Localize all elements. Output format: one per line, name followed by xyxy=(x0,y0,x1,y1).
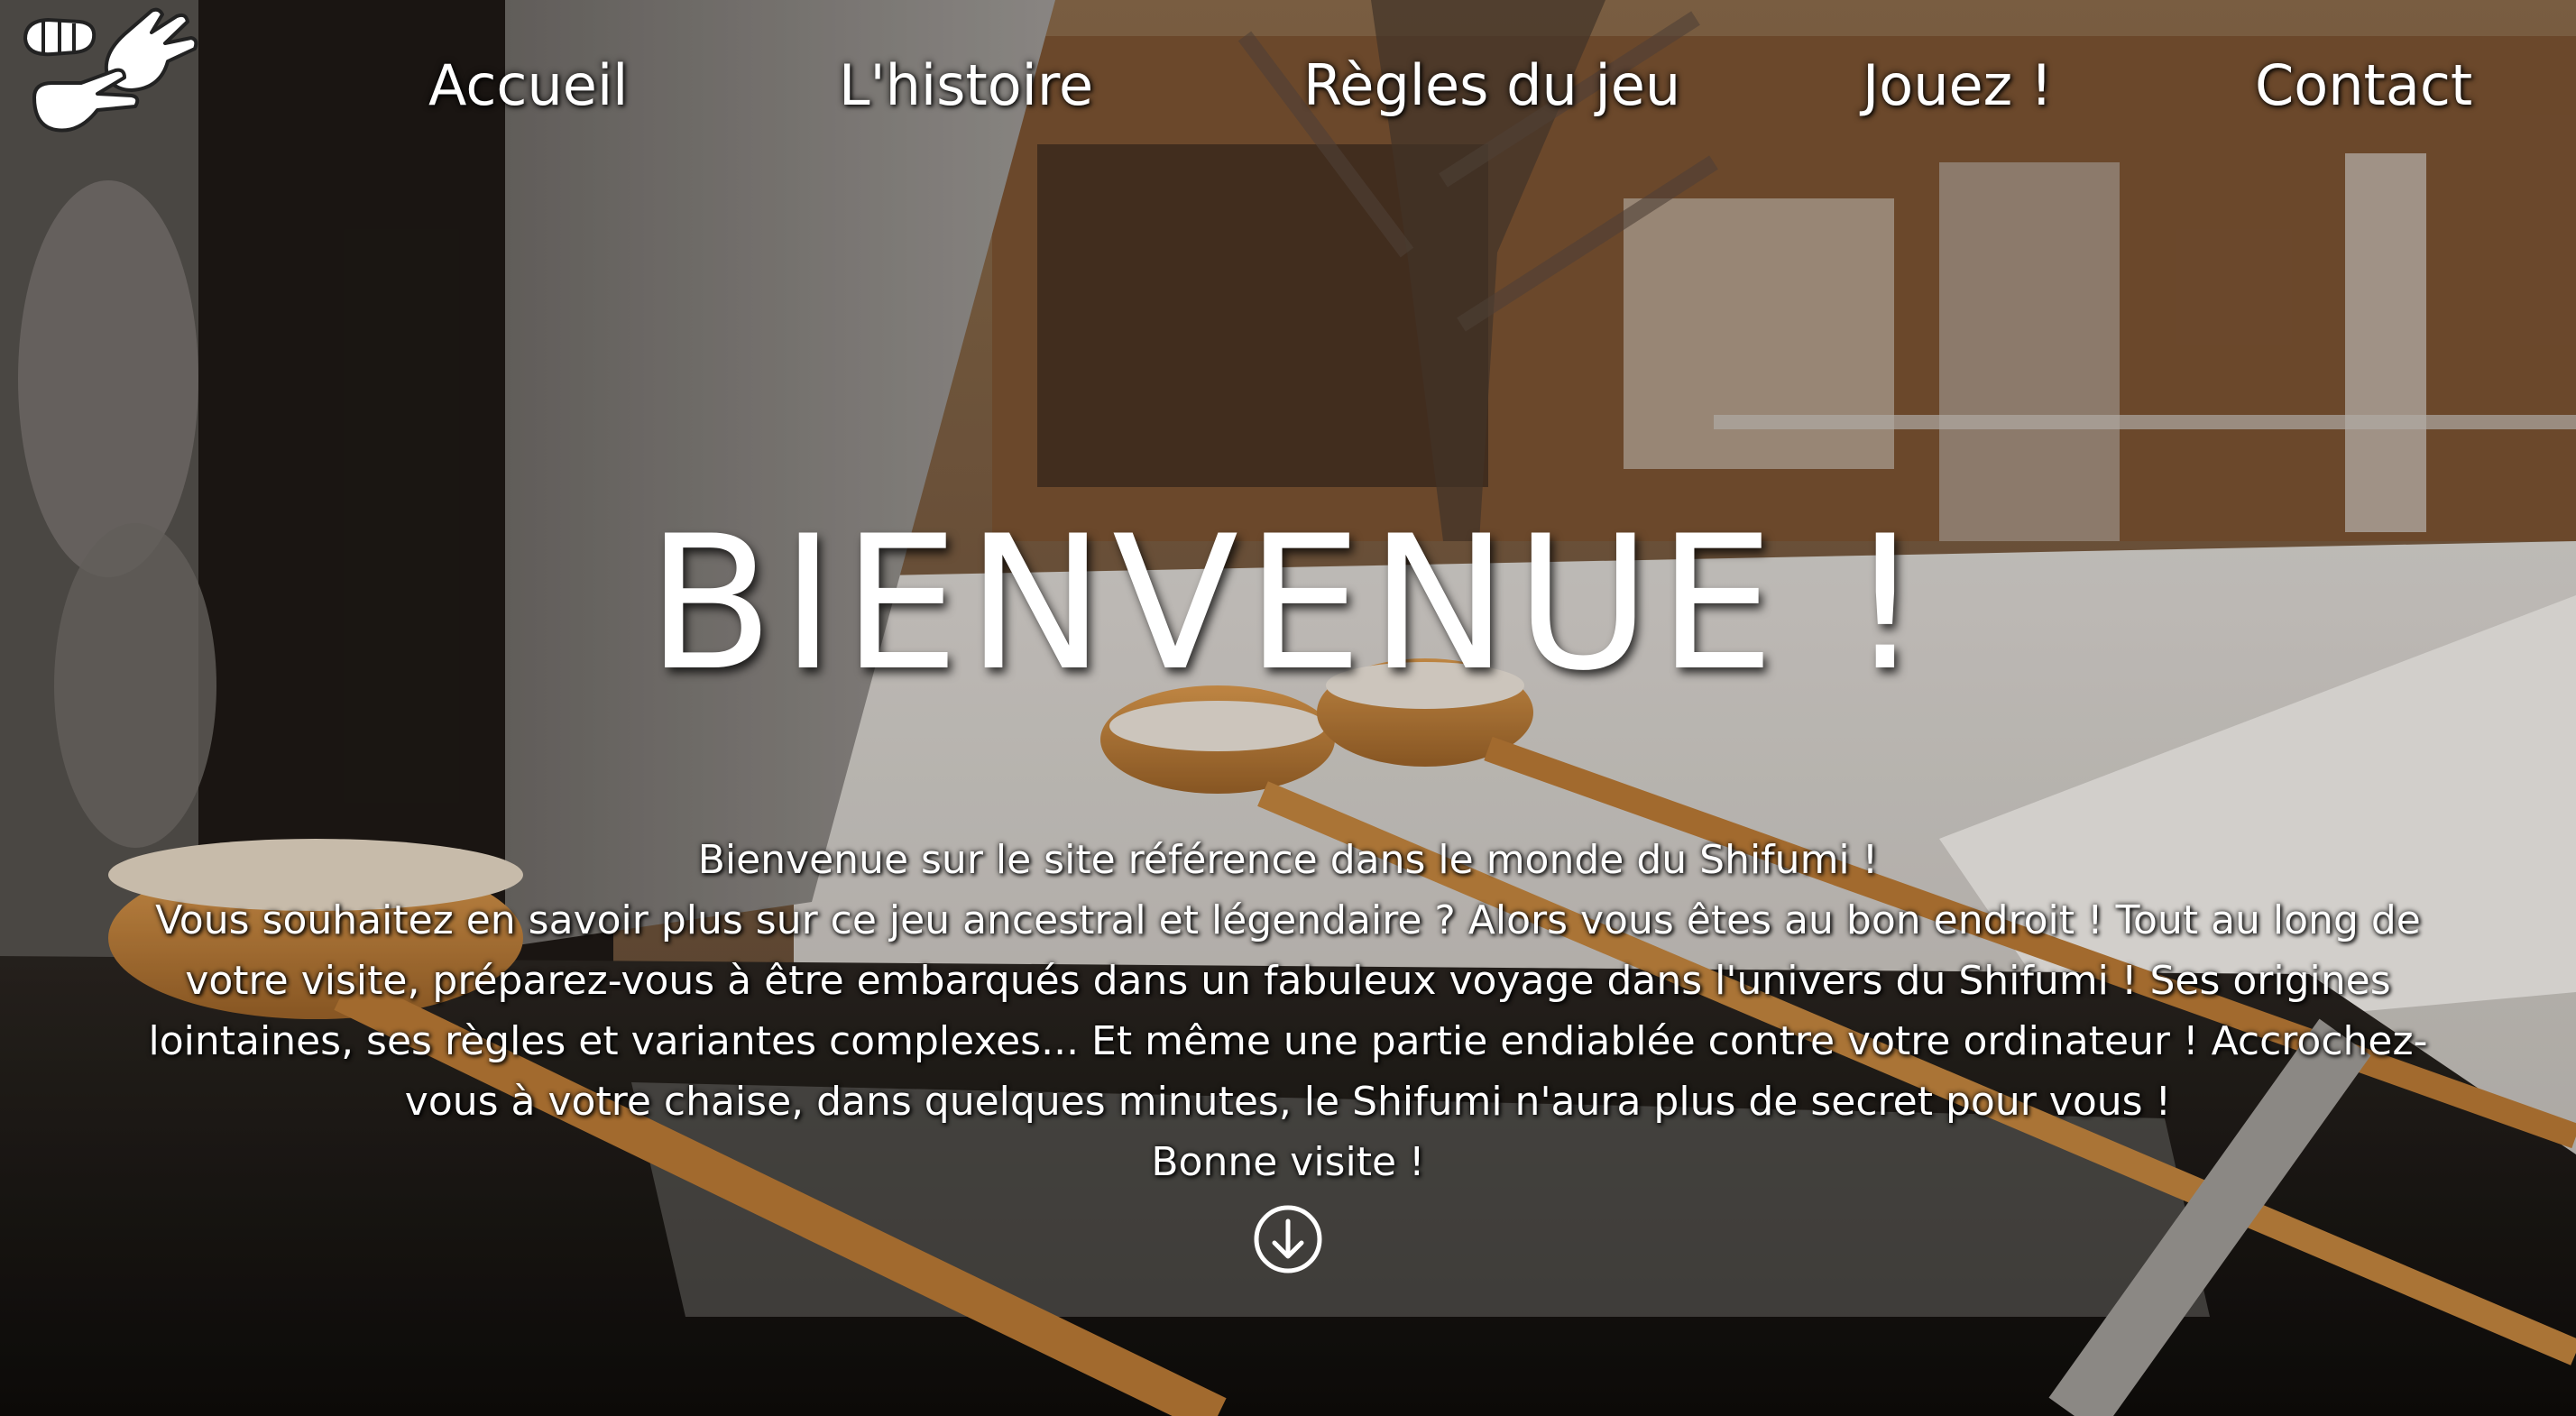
arrow-down-circle-icon[interactable] xyxy=(1252,1203,1324,1275)
hero-body: Vous souhaitez en savoir plus sur ce jeu… xyxy=(148,897,2428,1125)
nav-item-histoire[interactable]: L'histoire xyxy=(839,45,1093,126)
hero-text: Bienvenue sur le site référence dans le … xyxy=(108,830,2468,1192)
nav-item-contact[interactable]: Contact xyxy=(2255,45,2472,126)
nav-item-accueil[interactable]: Accueil xyxy=(428,45,628,126)
hero-closing: Bonne visite ! xyxy=(1151,1139,1425,1185)
nav-item-regles[interactable]: Règles du jeu xyxy=(1303,45,1680,126)
hero-title: BIENVENUE ! xyxy=(646,497,1929,712)
main-nav: Accueil L'histoire Règles du jeu Jouez !… xyxy=(0,36,2576,135)
hero-intro: Bienvenue sur le site référence dans le … xyxy=(697,837,1879,883)
page: Accueil L'histoire Règles du jeu Jouez !… xyxy=(0,0,2576,1416)
nav-item-jouez[interactable]: Jouez ! xyxy=(1863,45,2053,126)
